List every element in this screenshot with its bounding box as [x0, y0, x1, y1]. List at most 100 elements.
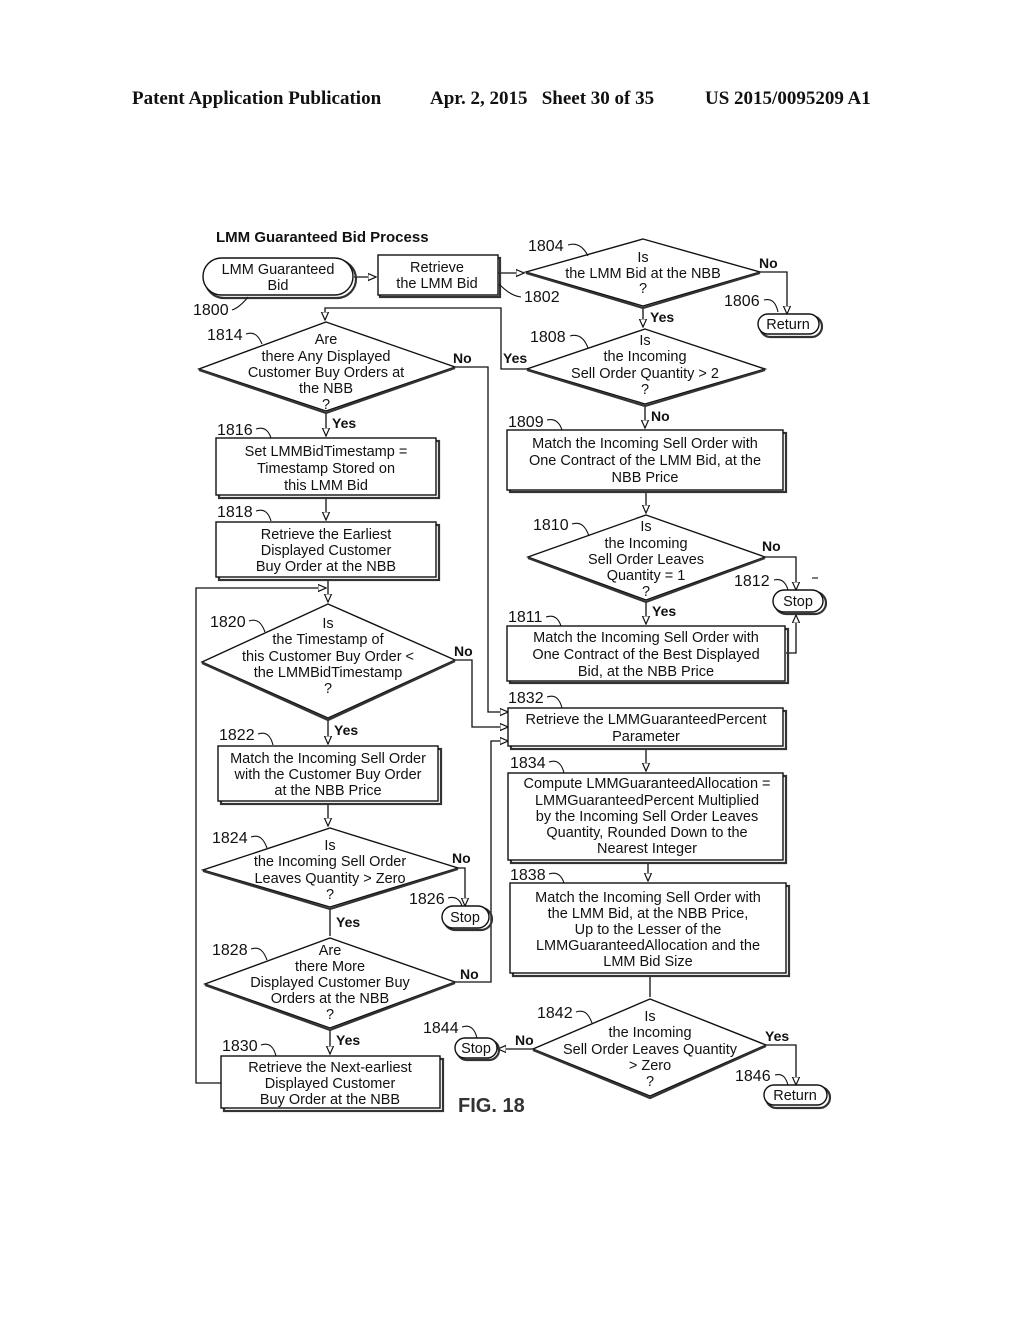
- svg-text:the LMMBidTimestamp: the LMMBidTimestamp: [254, 665, 403, 681]
- svg-text:?: ?: [322, 397, 330, 413]
- svg-text:there Any Displayed: there Any Displayed: [262, 349, 391, 365]
- svg-text:the LMM Bid: the LMM Bid: [396, 276, 477, 292]
- svg-text:Sell Order Leaves: Sell Order Leaves: [588, 552, 704, 568]
- svg-text:by the Incoming Sell Order Lea: by the Incoming Sell Order Leaves: [536, 809, 758, 825]
- svg-text:Displayed Customer Buy: Displayed Customer Buy: [250, 975, 410, 991]
- svg-text:?: ?: [641, 382, 649, 398]
- svg-text:Is: Is: [637, 250, 648, 266]
- edge-1820-1832: [455, 659, 508, 727]
- ref-1809: 1809: [508, 414, 544, 431]
- svg-text:Is: Is: [639, 333, 650, 349]
- svg-text:Sell Order Leaves Quantity: Sell Order Leaves Quantity: [563, 1042, 738, 1058]
- svg-text:?: ?: [639, 281, 647, 297]
- ref-1834: 1834: [510, 755, 546, 772]
- edge-1810-1812: [765, 556, 796, 590]
- svg-text:One Contract of the Best Displ: One Contract of the Best Displayed: [532, 647, 759, 663]
- svg-text:LMMGuaranteedPercent Multiplie: LMMGuaranteedPercent Multiplied: [535, 793, 759, 809]
- ref-1822: 1822: [219, 727, 255, 744]
- svg-text:Match the Incoming Sell Order: Match the Incoming Sell Order with: [533, 630, 759, 646]
- svg-text:Buy Order at the NBB: Buy Order at the NBB: [256, 559, 396, 575]
- svg-text:Leaves Quantity > Zero: Leaves Quantity > Zero: [254, 871, 405, 887]
- label-1804-no: No: [759, 255, 778, 271]
- terminal-1844: Stop: [454, 1037, 501, 1062]
- svg-text:Match the Incoming Sell Order: Match the Incoming Sell Order with: [535, 890, 761, 906]
- svg-text:Up to the Lesser of the: Up to the Lesser of the: [575, 922, 722, 938]
- ref-1808: 1808: [530, 329, 566, 346]
- svg-text:the LMM Bid, at the NBB Price,: the LMM Bid, at the NBB Price,: [548, 906, 749, 922]
- label-1842-yes: Yes: [765, 1028, 789, 1044]
- ref-1830: 1830: [222, 1038, 258, 1055]
- svg-text:Sell Order Quantity > 2: Sell Order Quantity > 2: [571, 366, 719, 382]
- svg-text:Retrieve the LMMGuaranteedPerc: Retrieve the LMMGuaranteedPercent: [526, 712, 767, 728]
- ref-1832: 1832: [508, 690, 544, 707]
- ref-1812: 1812: [734, 573, 770, 590]
- svg-text:Retrieve the Next-earliest: Retrieve the Next-earliest: [248, 1060, 412, 1076]
- svg-text:LMM Guaranteed: LMM Guaranteed: [222, 262, 335, 278]
- svg-text:the Incoming: the Incoming: [603, 349, 686, 365]
- ref-1842: 1842: [537, 1005, 573, 1022]
- label-1814-no: No: [453, 350, 472, 366]
- svg-text:at the NBB Price: at the NBB Price: [274, 783, 381, 799]
- svg-text:Are: Are: [319, 943, 342, 959]
- svg-text:Is: Is: [640, 519, 651, 535]
- svg-text:Return: Return: [773, 1088, 817, 1104]
- label-1820-no: No: [454, 643, 473, 659]
- process-1838: Match the Incoming Sell Order with the L…: [509, 882, 791, 978]
- ref-1806: 1806: [724, 293, 760, 310]
- svg-text:this LMM Bid: this LMM Bid: [284, 478, 368, 494]
- label-1814-yes: Yes: [332, 415, 356, 431]
- svg-text:Match the Incoming Sell Order: Match the Incoming Sell Order with: [532, 436, 758, 452]
- process-1816: Set LMMBidTimestamp = Timestamp Stored o…: [215, 437, 441, 500]
- ref-1811: 1811: [508, 609, 543, 626]
- svg-text:Nearest Integer: Nearest Integer: [597, 841, 697, 857]
- svg-text:?: ?: [326, 887, 334, 903]
- process-1830: Retrieve the Next-earliest Displayed Cus…: [220, 1055, 445, 1113]
- ref-1814: 1814: [207, 327, 243, 344]
- process-1822: Match the Incoming Sell Order with the C…: [217, 745, 443, 806]
- svg-text:Return: Return: [766, 317, 810, 333]
- svg-text:Are: Are: [315, 332, 338, 348]
- svg-text:Compute LMMGuaranteedAllocatio: Compute LMMGuaranteedAllocation =: [523, 776, 770, 792]
- label-1804-yes: Yes: [650, 309, 674, 325]
- svg-text:LMMGuaranteedAllocation and th: LMMGuaranteedAllocation and the: [536, 938, 760, 954]
- svg-text:Orders at the NBB: Orders at the NBB: [271, 991, 389, 1007]
- terminal-1846: Return: [763, 1084, 832, 1110]
- ref-1824: 1824: [212, 830, 248, 847]
- svg-text:the Incoming Sell Order: the Incoming Sell Order: [254, 854, 406, 870]
- process-1818: Retrieve the Earliest Displayed Customer…: [215, 521, 441, 582]
- ref-1810: 1810: [533, 517, 569, 534]
- label-1828-yes: Yes: [336, 1032, 360, 1048]
- svg-text:Stop: Stop: [450, 910, 480, 926]
- label-1808-yes: Yes: [503, 350, 527, 366]
- svg-text:this Customer Buy Order <: this Customer Buy Order <: [242, 649, 414, 665]
- terminal-1812: Stop: [772, 589, 828, 616]
- svg-text:Is: Is: [644, 1009, 655, 1025]
- svg-text:Bid, at the NBB Price: Bid, at the NBB Price: [578, 664, 714, 680]
- ref-1828: 1828: [212, 942, 248, 959]
- svg-text:Parameter: Parameter: [612, 729, 680, 745]
- terminal-1826: Stop: [441, 905, 494, 932]
- svg-text:with the Customer Buy Order: with the Customer Buy Order: [234, 767, 422, 783]
- ref-1826: 1826: [409, 891, 445, 908]
- diagram-title: LMM Guaranteed Bid Process: [216, 229, 429, 246]
- label-1824-yes: Yes: [336, 914, 360, 930]
- svg-text:NBB Price: NBB Price: [612, 470, 679, 486]
- label-1842-no: No: [515, 1032, 534, 1048]
- label-1824-no: No: [452, 850, 471, 866]
- svg-text:Bid: Bid: [268, 278, 289, 294]
- svg-text:Match the Incoming Sell Order: Match the Incoming Sell Order: [230, 751, 426, 767]
- process-1809: Match the Incoming Sell Order with One C…: [506, 429, 788, 494]
- process-1802: Retrieve the LMM Bid: [377, 254, 502, 299]
- svg-text:Is: Is: [322, 616, 333, 632]
- ref-1802: 1802: [524, 289, 560, 306]
- label-1828-no: No: [460, 966, 479, 982]
- process-1834: Compute LMMGuaranteedAllocation = LMMGua…: [507, 772, 788, 865]
- ref-1820: 1820: [210, 614, 246, 631]
- svg-text:the NBB: the NBB: [299, 381, 353, 397]
- label-1808-no: No: [651, 408, 670, 424]
- svg-text:?: ?: [642, 584, 650, 600]
- label-1810-yes: Yes: [652, 603, 676, 619]
- ref-1816: 1816: [217, 422, 253, 439]
- svg-text:the Incoming: the Incoming: [608, 1025, 691, 1041]
- label-1810-no: No: [762, 538, 781, 554]
